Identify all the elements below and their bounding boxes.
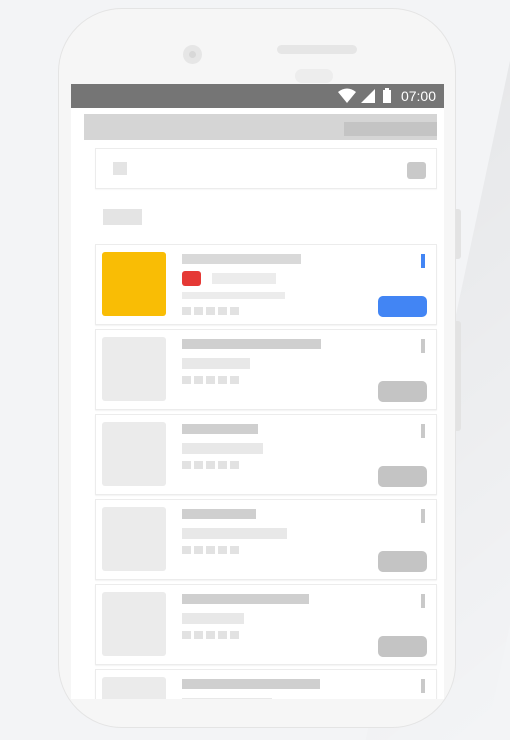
front-camera [183, 45, 202, 64]
phone-screen: 07:00 [71, 84, 444, 699]
wifi-icon [338, 88, 356, 103]
status-time: 07:00 [400, 88, 436, 104]
rating-placeholder [182, 376, 239, 384]
app-thumbnail [102, 677, 166, 699]
item-subtitle-placeholder [182, 443, 263, 454]
power-button [456, 209, 461, 259]
app-thumbnail [102, 507, 166, 571]
cellular-signal-icon [361, 89, 375, 103]
app-bar [84, 114, 437, 140]
item-subtitle-placeholder [182, 528, 287, 539]
overflow-menu-icon[interactable] [421, 594, 425, 608]
search-bar[interactable] [95, 148, 437, 189]
install-button[interactable] [378, 381, 427, 402]
status-bar: 07:00 [71, 84, 444, 108]
app-thumbnail [102, 337, 166, 401]
list-item[interactable] [95, 414, 437, 495]
item-subtitle-placeholder [212, 273, 276, 284]
search-icon [113, 162, 127, 175]
section-label-placeholder [103, 209, 142, 225]
install-button[interactable] [378, 296, 427, 317]
install-button[interactable] [378, 636, 427, 657]
install-button[interactable] [378, 466, 427, 487]
search-action-button[interactable] [407, 162, 426, 179]
app-list [95, 244, 437, 699]
item-detail-placeholder [182, 292, 285, 299]
rating-placeholder [182, 307, 239, 315]
overflow-menu-icon[interactable] [421, 339, 425, 353]
item-subtitle-placeholder [182, 613, 244, 624]
item-title-placeholder [182, 594, 309, 604]
rating-placeholder [182, 461, 239, 469]
app-thumbnail [102, 592, 166, 656]
earpiece-speaker [277, 45, 357, 54]
battery-icon [383, 88, 391, 103]
item-title-placeholder [182, 254, 301, 264]
list-item[interactable] [95, 329, 437, 410]
list-item[interactable] [95, 499, 437, 580]
list-item[interactable] [95, 244, 437, 325]
item-title-placeholder [182, 339, 321, 349]
rating-placeholder [182, 631, 239, 639]
overflow-menu-icon[interactable] [421, 424, 425, 438]
overflow-menu-icon[interactable] [421, 254, 425, 268]
proximity-sensor [295, 69, 333, 83]
app-thumbnail [102, 252, 166, 316]
item-title-placeholder [182, 509, 256, 519]
install-button[interactable] [378, 551, 427, 572]
app-thumbnail [102, 422, 166, 486]
overflow-menu-icon[interactable] [421, 679, 425, 693]
item-subtitle-placeholder [182, 358, 250, 369]
item-title-placeholder [182, 679, 320, 689]
list-item[interactable] [95, 669, 437, 699]
item-badge [182, 271, 201, 286]
overflow-menu-icon[interactable] [421, 509, 425, 523]
volume-button [456, 321, 461, 431]
item-title-placeholder [182, 424, 258, 434]
rating-placeholder [182, 546, 239, 554]
list-item[interactable] [95, 584, 437, 665]
app-bar-title-placeholder [344, 122, 437, 136]
